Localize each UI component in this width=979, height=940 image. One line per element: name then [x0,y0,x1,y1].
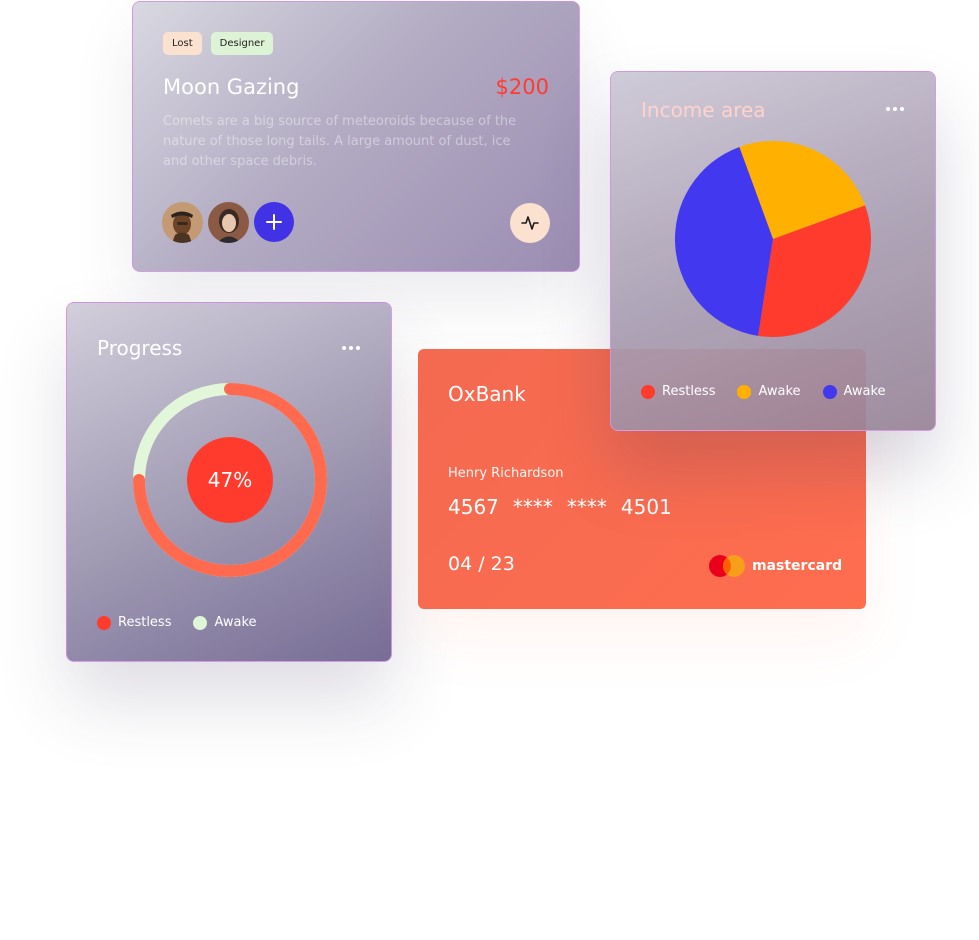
card-network-label: mastercard [752,558,843,574]
legend-dot [822,384,837,399]
legend-item-awake-2: Awake [822,384,886,399]
legend-item-restless: Restless [97,615,171,630]
legend-item-restless: Restless [641,384,715,399]
progress-legend: Restless Awake [97,615,257,630]
legend-label: Restless [118,615,172,630]
avatar-2[interactable] [208,202,249,243]
legend-dot [97,615,111,630]
progress-value: 47% [207,468,253,492]
bank-name: OxBank [448,382,526,406]
card-holder-name: Henry Richardson [448,466,564,481]
mastercard-icon [709,555,745,577]
legend-label: Restless [662,384,716,399]
legend-item-awake: Awake [737,384,801,399]
legend-label: Awake [758,384,801,399]
card-number-group: 4567 [448,495,499,519]
income-area-card: Income area Restless Awake Awake [610,71,936,431]
legend-item-awake: Awake [193,615,257,630]
tag-lost[interactable]: Lost [163,32,202,55]
card-number-group: **** [512,495,553,519]
tag-designer[interactable]: Designer [210,32,274,55]
activity-icon [521,216,539,230]
tag-list: Lost Designer [163,32,274,55]
moon-gazing-card: Lost Designer Moon Gazing $200 Comets ar… [132,1,580,272]
add-member-button[interactable] [254,202,294,242]
card-number-group: **** [566,495,607,519]
income-legend: Restless Awake Awake [641,384,886,399]
plus-icon [266,214,282,230]
card-number-group: 4501 [620,495,672,519]
income-pie-chart [675,141,871,338]
avatar-group [162,202,294,243]
progress-card: Progress 47% Restless Awake [66,302,392,662]
card-number: 4567 **** **** 4501 [448,495,672,519]
legend-dot [641,384,655,399]
activity-button[interactable] [510,203,550,243]
card-title: Moon Gazing [163,75,300,99]
card-description: Comets are a big source of meteoroids be… [163,114,517,169]
price-label: $200 [495,75,549,99]
avatar-1[interactable] [162,202,203,243]
card-expiry: 04 / 23 [448,553,515,575]
legend-dot [193,615,208,630]
legend-label: Awake [214,615,257,630]
legend-label: Awake [843,384,886,399]
mastercard-logo: mastercard [708,554,842,578]
legend-dot [737,384,752,399]
